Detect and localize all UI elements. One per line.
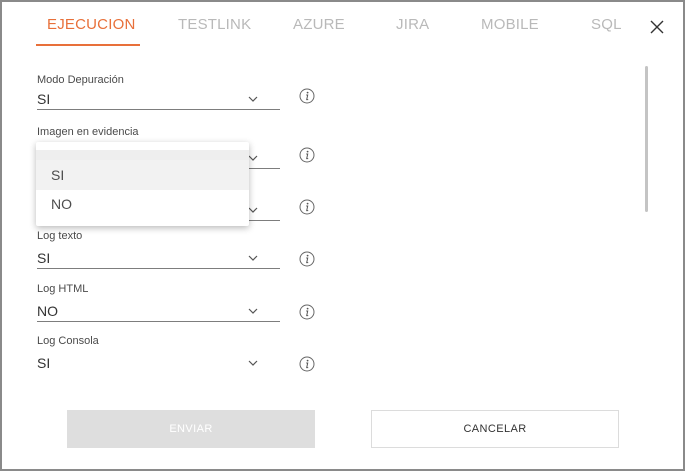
scrollbar-thumb[interactable] (645, 66, 648, 212)
info-icon[interactable] (299, 88, 315, 104)
info-icon[interactable] (299, 356, 315, 372)
dropdown-empty-option[interactable] (36, 150, 249, 160)
field-value: SI (37, 91, 51, 107)
field-log-texto: Log texto SI (37, 230, 315, 276)
field-log-consola: Log Consola SI (37, 335, 315, 381)
dropdown-option-no[interactable]: NO (36, 189, 249, 219)
field-label: Log Consola (37, 335, 99, 347)
info-icon[interactable] (299, 251, 315, 267)
chevron-down-icon (248, 255, 258, 261)
close-icon[interactable] (648, 18, 666, 36)
log-texto-select[interactable]: SI (37, 248, 280, 269)
cancel-button[interactable]: CANCELAR (371, 410, 619, 448)
field-log-html: Log HTML NO (37, 283, 315, 329)
tab-testlink[interactable]: TESTLINK (178, 16, 251, 33)
dropdown-option-label: NO (51, 196, 72, 212)
field-modo-depuracion: Modo Depuración SI (37, 74, 315, 120)
field-label: Log texto (37, 230, 83, 242)
info-icon[interactable] (299, 199, 315, 215)
chevron-down-icon (248, 207, 258, 213)
active-tab-indicator (36, 44, 140, 46)
info-icon[interactable] (299, 147, 315, 163)
field-value: SI (37, 250, 51, 266)
tab-ejecucion[interactable]: EJECUCION (47, 16, 135, 33)
scrollbar[interactable] (644, 64, 650, 214)
settings-dialog: EJECUCION TESTLINK AZURE JIRA MOBILE SQL… (0, 0, 685, 471)
tab-jira[interactable]: JIRA (396, 16, 429, 33)
info-icon[interactable] (299, 304, 315, 320)
field-value: SI (37, 355, 51, 371)
field-label: Log HTML (37, 283, 89, 295)
dropdown-option-label: SI (51, 167, 65, 183)
dropdown-menu: SI NO (36, 142, 249, 226)
field-label: Modo Depuración (37, 74, 124, 86)
log-html-select[interactable]: NO (37, 301, 280, 322)
dropdown-option-si[interactable]: SI (36, 160, 249, 190)
tab-mobile[interactable]: MOBILE (481, 16, 539, 33)
modo-depuracion-select[interactable]: SI (37, 89, 280, 110)
tab-bar: EJECUCION TESTLINK AZURE JIRA MOBILE SQL (2, 2, 642, 50)
chevron-down-icon (248, 360, 258, 366)
tab-sql[interactable]: SQL (591, 16, 622, 33)
chevron-down-icon (248, 155, 258, 161)
tab-azure[interactable]: AZURE (293, 16, 345, 33)
send-button[interactable]: ENVIAR (67, 410, 315, 448)
chevron-down-icon (248, 96, 258, 102)
field-label: Imagen en evidencia (37, 126, 139, 138)
chevron-down-icon (248, 308, 258, 314)
log-consola-select[interactable]: SI (37, 353, 280, 374)
field-value: NO (37, 303, 58, 319)
